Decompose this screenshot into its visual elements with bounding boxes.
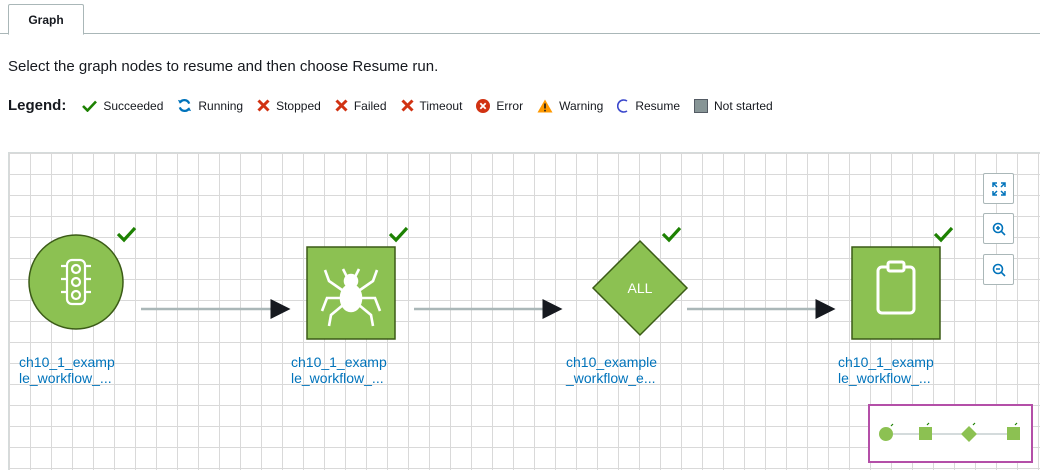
legend-item-running: Running: [177, 98, 243, 113]
warning-triangle-icon: [537, 99, 553, 112]
legend-item-not-started: Not started: [694, 98, 773, 113]
zoom-in-button[interactable]: [983, 213, 1014, 244]
graph-node-2-label[interactable]: ch10_1_examp le_workflow_...: [291, 354, 387, 386]
legend-label: Resume: [635, 98, 681, 113]
graph-node-1[interactable]: [28, 234, 124, 330]
legend-label: Running: [198, 98, 244, 113]
legend-label: Not started: [714, 98, 773, 113]
x-icon: [400, 99, 414, 112]
legend-label: Error: [496, 98, 524, 113]
tab-strip: Graph: [0, 0, 1040, 35]
check-icon: [388, 226, 409, 243]
minimap-node-1: [879, 427, 893, 441]
graph-canvas[interactable]: ALL ch10_1_examp le_workflow_... ch10_1_…: [8, 152, 1040, 470]
diamond-label: ALL: [628, 280, 653, 296]
fit-to-screen-button[interactable]: [983, 173, 1014, 204]
graph-node-1-label[interactable]: ch10_1_examp le_workflow_...: [19, 354, 115, 386]
legend-item-succeeded: Succeeded: [82, 99, 163, 113]
tab-graph-label: Graph: [28, 12, 64, 27]
gray-square-icon: [694, 98, 709, 113]
zoom-out-button[interactable]: [983, 254, 1014, 285]
resume-arc-icon: [617, 98, 628, 113]
graph-node-4[interactable]: [851, 246, 941, 340]
legend-title: Legend:: [8, 97, 67, 114]
legend-item-resume: Resume: [617, 99, 680, 113]
zoom-in-icon: [992, 222, 1006, 236]
check-icon: [82, 100, 98, 112]
x-icon: [257, 99, 270, 112]
zoom-out-icon: [992, 263, 1006, 277]
check-icon: [116, 226, 137, 243]
minimap[interactable]: [868, 404, 1033, 463]
minimap-svg: [879, 422, 1020, 442]
legend-item-stopped: Stopped: [257, 99, 321, 113]
error-circle-icon: [476, 98, 491, 113]
legend-item-error: Error: [476, 98, 524, 113]
instruction-text: Select the graph nodes to resume and the…: [8, 58, 439, 75]
graph-node-2[interactable]: [306, 246, 396, 340]
fit-to-screen-icon: [991, 181, 1006, 196]
legend: Legend: Succeeded Running Stopped Failed…: [8, 97, 787, 114]
legend-label: Warning: [559, 98, 604, 113]
legend-item-warning: Warning: [537, 99, 603, 113]
legend-label: Succeeded: [103, 98, 164, 113]
check-icon: [661, 226, 682, 243]
minimap-node-3: [961, 426, 977, 442]
graph-node-4-label[interactable]: ch10_1_examp le_workflow_...: [838, 354, 934, 386]
x-icon: [335, 99, 348, 112]
minimap-node-4: [1007, 427, 1020, 440]
legend-item-failed: Failed: [335, 99, 387, 113]
graph-node-3[interactable]: ALL: [591, 239, 689, 337]
check-icon: [933, 226, 954, 243]
legend-label: Timeout: [419, 98, 463, 113]
refresh-icon: [178, 98, 192, 113]
legend-item-timeout: Timeout: [400, 98, 463, 113]
minimap-node-2: [919, 427, 932, 440]
graph-node-3-label[interactable]: ch10_example _workflow_e...: [566, 354, 657, 386]
tab-graph[interactable]: Graph: [8, 4, 84, 35]
legend-label: Failed: [353, 98, 387, 113]
legend-label: Stopped: [276, 98, 321, 113]
